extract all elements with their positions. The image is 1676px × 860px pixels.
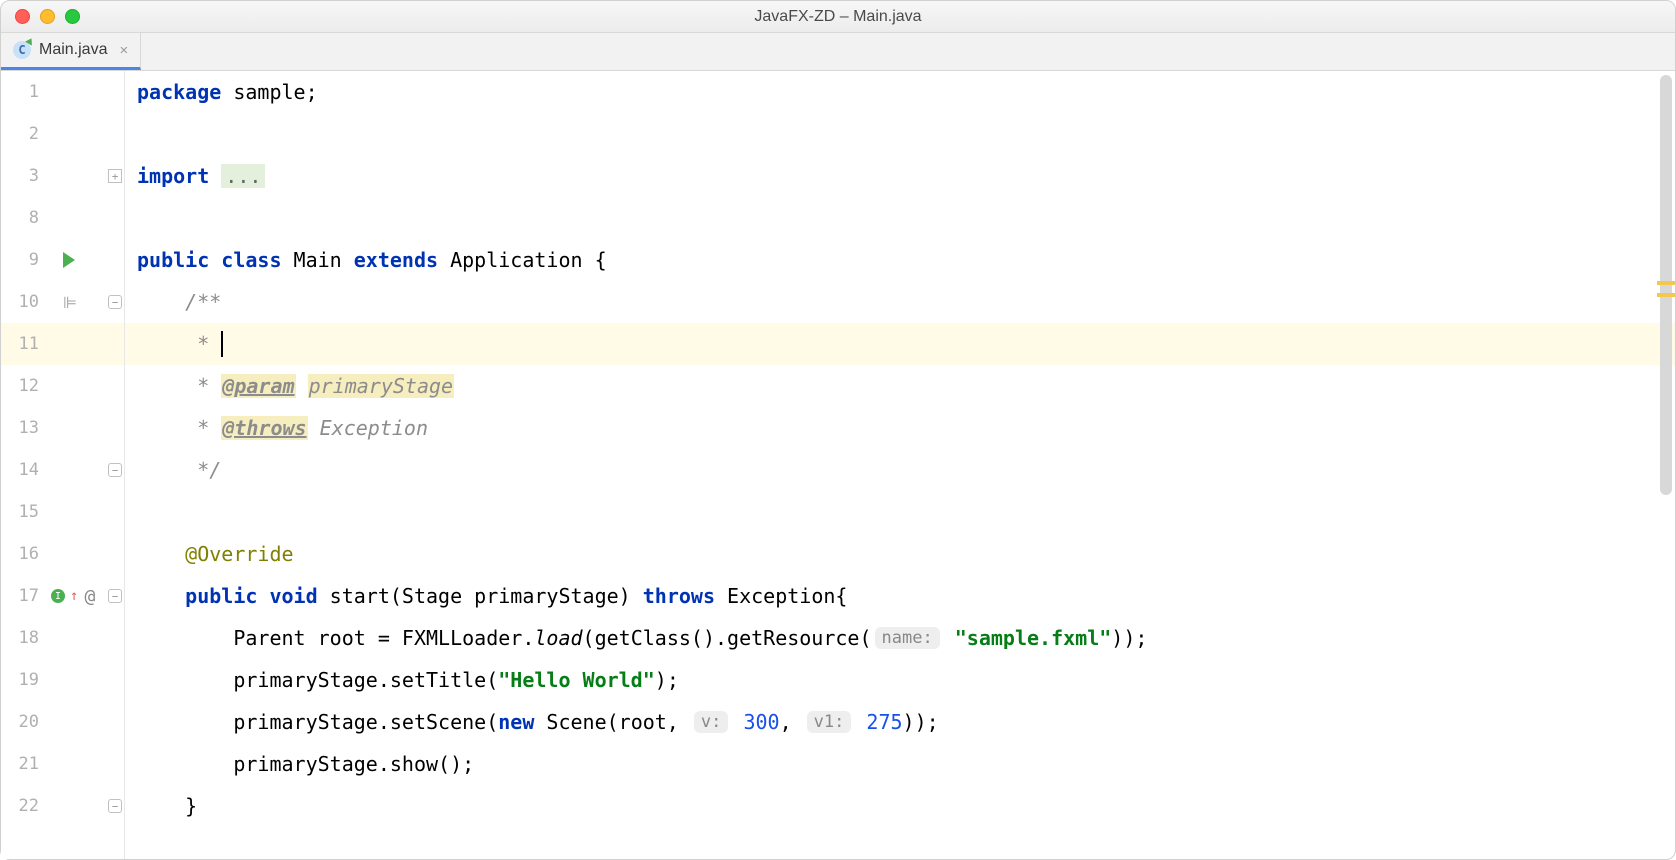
fold-expand-icon[interactable] [108,169,122,183]
code-token: package [137,80,221,104]
warning-mark[interactable] [1657,281,1675,285]
line-number: 20 [1,712,45,732]
warning-mark[interactable] [1657,293,1675,297]
code-token: extends [354,248,438,272]
code-token: * [137,332,221,356]
fold-collapse-icon[interactable] [108,295,122,309]
scrollbar-thumb[interactable] [1660,75,1672,495]
java-class-icon: C [13,41,31,59]
code-token: "Hello World" [498,668,655,692]
titlebar: JavaFX-ZD – Main.java [1,1,1675,33]
code-token: load [534,626,582,650]
code-token: public class [137,248,282,272]
code-token: primaryStage.setTitle( [137,668,498,692]
line-number: 18 [1,628,45,648]
line-number: 17 [1,586,45,606]
code-token: Parent root = FXMLLoader. [137,626,534,650]
code-token: 275 [866,710,902,734]
editor: 1 2 3 8 9 10 ⊫ 11 12 13 14 15 16 17 I ↑ @ 18… [1,71,1675,859]
code-token: "sample.fxml" [955,626,1112,650]
code-token: Exception [308,416,428,440]
code-token: sample; [221,80,317,104]
line-number: 19 [1,670,45,690]
code-token: Application { [438,248,607,272]
code-token: */ [137,458,221,482]
run-gutter-icon[interactable] [63,252,75,268]
code-token: Main [282,248,354,272]
code-token: Scene(root, [534,710,691,734]
parameter-hint: v: [694,711,728,733]
line-number: 16 [1,544,45,564]
code-token: /** [137,290,221,314]
gutter[interactable]: 1 2 3 8 9 10 ⊫ 11 12 13 14 15 16 17 I ↑ @ 18… [1,71,125,859]
line-number: 14 [1,460,45,480]
code-token: Exception{ [715,584,847,608]
code-token: * [137,416,221,440]
javadoc-gutter-icon[interactable]: ⊫ [63,293,77,312]
tab-main-java[interactable]: C Main.java × [1,33,141,70]
code-token: , [780,710,804,734]
error-stripe[interactable] [1657,71,1675,859]
line-number: 21 [1,754,45,774]
code-token: )); [1111,626,1147,650]
annotation-gutter-icon: @ [84,586,95,607]
line-number: 10 [1,292,45,312]
text-cursor [221,331,223,357]
code-token: primaryStage [308,374,455,398]
tab-label: Main.java [39,41,107,59]
line-number: 12 [1,376,45,396]
code-token: )); [903,710,939,734]
line-number: 8 [1,208,45,228]
code-token: @param [221,374,295,398]
code-token: public void [185,584,317,608]
close-tab-icon[interactable]: × [119,42,128,59]
line-number: 1 [1,82,45,102]
code-token: ); [655,668,679,692]
code-token: primaryStage.show(); [137,752,474,776]
code-token: * [137,374,221,398]
arrow-up-icon: ↑ [70,588,78,604]
line-number: 15 [1,502,45,522]
code-area[interactable]: package sample; import ... public class … [125,71,1675,859]
code-token: primaryStage.setScene( [137,710,498,734]
code-token: } [137,794,197,818]
parameter-hint: name: [875,627,940,649]
code-token: 300 [743,710,779,734]
code-token: @throws [221,416,307,440]
override-gutter-icon[interactable]: I [51,589,65,603]
window-title: JavaFX-ZD – Main.java [1,8,1675,26]
code-token: (getClass().getResource( [583,626,872,650]
line-number: 3 [1,166,45,186]
code-token: start(Stage primaryStage) [318,584,643,608]
code-token: throws [643,584,715,608]
fold-collapse-icon[interactable] [108,463,122,477]
line-number: 22 [1,796,45,816]
tab-bar: C Main.java × [1,33,1675,71]
code-token: @Override [137,542,294,566]
code-token [296,374,308,398]
folded-region[interactable]: ... [221,164,265,188]
code-token [943,626,955,650]
fold-collapse-icon[interactable] [108,589,122,603]
fold-collapse-icon[interactable] [108,799,122,813]
parameter-hint: v1: [807,711,852,733]
line-number: 9 [1,250,45,270]
code-token: new [498,710,534,734]
line-number: 11 [1,334,45,354]
line-number: 13 [1,418,45,438]
code-token: import [137,164,209,188]
line-number: 2 [1,124,45,144]
